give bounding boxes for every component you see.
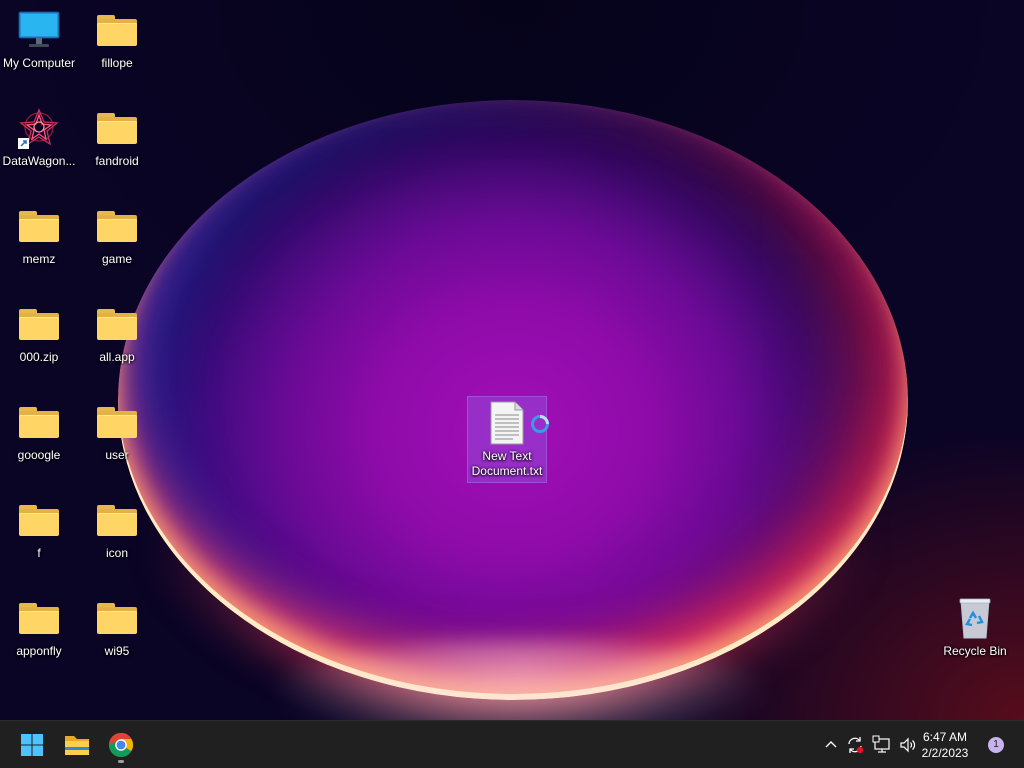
desktop-icon-label: icon	[105, 546, 128, 560]
desktop-icon-label: 000.zip	[19, 350, 59, 364]
sync-icon[interactable]	[845, 735, 865, 755]
desktop-icon-wi95[interactable]: wi95	[79, 596, 155, 659]
folder-icon	[95, 596, 139, 640]
chevron-up-icon[interactable]	[823, 737, 839, 753]
folder-icon	[95, 498, 139, 542]
desktop-icon-datawagon[interactable]: DataWagon...	[1, 106, 77, 169]
folder-icon	[95, 8, 139, 52]
desktop-icon-recycle-bin[interactable]: Recycle Bin	[937, 596, 1013, 659]
folder-icon	[95, 302, 139, 346]
folder-icon	[17, 204, 61, 248]
text-document-icon	[485, 401, 549, 445]
desktop-icon-label: DataWagon...	[2, 154, 76, 168]
desktop-icon-label: apponfly	[16, 644, 62, 658]
desktop-icon-fillope[interactable]: fillope	[79, 8, 155, 71]
desktop-icon-label: wi95	[104, 644, 130, 658]
desktop-icon-memz[interactable]: memz	[1, 204, 77, 267]
desktop-icon-label: gooogle	[17, 448, 61, 462]
desktop-icon-icon[interactable]: icon	[79, 498, 155, 561]
folder-icon	[17, 596, 61, 640]
folder-icon	[95, 400, 139, 444]
chrome-button[interactable]	[103, 727, 139, 763]
folder-icon	[17, 498, 61, 542]
busy-cursor-icon	[531, 415, 549, 433]
desktop-icon-all-app[interactable]: all.app	[79, 302, 155, 365]
folder-icon	[17, 302, 61, 346]
desktop-icon-label: My Computer	[2, 56, 76, 70]
folder-icon	[17, 400, 61, 444]
chrome-icon	[108, 733, 134, 758]
system-tray	[815, 721, 925, 768]
network-icon[interactable]	[872, 735, 892, 755]
desktop-icon-label: New Text	[482, 449, 532, 463]
computer-icon	[17, 8, 61, 52]
desktop-icon-gooogle[interactable]: gooogle	[1, 400, 77, 463]
running-indicator	[118, 760, 124, 763]
notification-badge[interactable]: 1	[988, 737, 1004, 753]
desktop-icon-f[interactable]: f	[1, 498, 77, 561]
desktop-icon-game[interactable]: game	[79, 204, 155, 267]
desktop-icon-label: memz	[22, 252, 56, 266]
desktop-icon-new-text-document[interactable]: New Text Document.txt	[467, 396, 549, 483]
desktop-icon-label: all.app	[99, 350, 135, 364]
desktop-icon-user[interactable]: user	[79, 400, 155, 463]
desktop-icon-label: game	[101, 252, 133, 266]
app-shortcut-icon	[17, 106, 61, 150]
desktop-icon-label: user	[105, 448, 129, 462]
windows-start-icon	[21, 734, 43, 756]
desktop-icon-label: Recycle Bin	[943, 644, 1007, 658]
desktop-icon-label: fillope	[101, 56, 133, 70]
desktop-icon-label: fandroid	[95, 154, 139, 168]
desktop-icon-label: f	[37, 546, 41, 560]
desktop-icon-apponfly[interactable]: apponfly	[1, 596, 77, 659]
file-explorer-icon	[65, 736, 89, 755]
folder-icon	[95, 204, 139, 248]
desktop-icon-my-computer[interactable]: My Computer	[1, 8, 77, 71]
clock-time: 6:47 AM	[922, 730, 968, 744]
taskbar: 6:47 AM 2/2/2023 1	[0, 720, 1024, 768]
start-button[interactable]	[14, 727, 50, 763]
taskbar-clock[interactable]: 6:47 AM 2/2/2023	[910, 729, 980, 761]
desktop-icon-label: Document.txt	[471, 464, 543, 478]
recycle-bin-icon	[953, 596, 997, 640]
file-explorer-button[interactable]	[59, 727, 95, 763]
clock-date: 2/2/2023	[921, 746, 969, 760]
desktop-icon-000-zip[interactable]: 000.zip	[1, 302, 77, 365]
folder-icon	[95, 106, 139, 150]
desktop-icon-fandroid[interactable]: fandroid	[79, 106, 155, 169]
